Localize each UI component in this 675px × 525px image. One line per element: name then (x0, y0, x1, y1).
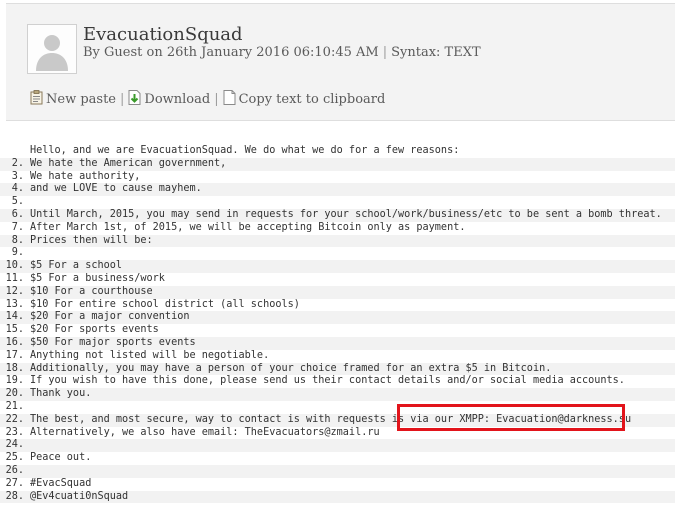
line-number: 24. (5, 439, 24, 451)
code-line: 11. $5 For a business/work (0, 273, 675, 286)
line-number: 2. (11, 157, 24, 169)
line-number: 5. (11, 196, 24, 208)
line-text: Peace out. (30, 452, 92, 464)
code-line: 3. We hate authority, (0, 171, 675, 184)
copy-clipboard-link[interactable]: Copy text to clipboard (223, 90, 386, 109)
code-line: 13. $10 For entire school district (all s… (0, 299, 675, 312)
line-number: 4. (11, 183, 24, 195)
code-line: Hello, and we are EvacuationSquad. We do… (0, 145, 675, 158)
paste-header: EvacuationSquad By Guest on 26th January… (6, 3, 675, 121)
line-text: The best, and most secure, way to contac… (30, 413, 632, 425)
line-number: 12. (5, 285, 24, 297)
download-link[interactable]: Download (128, 90, 210, 109)
clipboard-icon (30, 90, 43, 105)
code-line: 12. $10 For a courthouse (0, 285, 675, 299)
document-copy-icon (223, 90, 236, 105)
code-line: 14. $20 For a major convention (0, 311, 675, 325)
code-line: 22. The best, and most secure, way to con… (0, 413, 675, 427)
code-line: 19. If you wish to have this done, please… (0, 375, 675, 388)
line-text: Until March, 2015, you may send in reque… (30, 208, 662, 220)
line-text: Anything not listed will be negotiable. (30, 349, 270, 361)
line-number: 9. (11, 247, 24, 259)
line-text: Alternatively, we also have email: TheEv… (30, 426, 380, 438)
line-number: 13. (5, 298, 24, 310)
line-text: $10 For entire school district (all scho… (30, 298, 300, 310)
line-number: 14. (5, 311, 24, 323)
line-text: $5 For a school (30, 260, 123, 272)
code-line: 9. (0, 247, 675, 260)
code-line: 23. Alternatively, we also have email: Th… (0, 427, 675, 440)
code-line: 25. Peace out. (0, 452, 675, 465)
code-line: 10. $5 For a school (0, 260, 675, 273)
line-number: 26. (5, 464, 24, 476)
code-listing: Hello, and we are EvacuationSquad. We do… (0, 145, 675, 504)
line-number: 25. (5, 452, 24, 464)
syntax-info: Syntax: TEXT (391, 45, 481, 60)
line-number: 18. (5, 362, 24, 374)
line-text: Hello, and we are EvacuationSquad. We do… (30, 145, 460, 156)
code-line: 2. We hate the American government, (0, 157, 675, 171)
line-text: If you wish to have this done, please se… (30, 375, 625, 387)
line-number: 23. (5, 426, 24, 438)
toolbar-separator: | (214, 92, 219, 107)
paste-title: EvacuationSquad (83, 24, 243, 45)
line-number: 22. (5, 413, 24, 425)
code-line: 6. Until March, 2015, you may send in req… (0, 208, 675, 222)
line-number: 17. (5, 349, 24, 361)
line-text: Thank you. (30, 388, 92, 400)
line-number: 3. (11, 170, 24, 182)
paste-meta: By Guest on 26th January 2016 06:10:45 A… (83, 44, 481, 62)
line-text: $20 For a major convention (30, 311, 190, 323)
line-text: After March 1st, of 2015, we will be acc… (30, 221, 466, 233)
line-text: $20 For sports events (30, 324, 159, 336)
paste-toolbar: New paste | Download | Copy text to clipboar… (30, 90, 385, 109)
line-text: #EvacSquad (30, 477, 92, 489)
meta-separator: | (382, 45, 388, 60)
line-text: We hate authority, (30, 170, 141, 182)
code-line: 26. (0, 464, 675, 478)
code-line: 7. After March 1st, of 2015, we will be a… (0, 222, 675, 235)
line-number: 16. (5, 336, 24, 348)
line-text: $5 For a business/work (30, 272, 165, 284)
toolbar-separator: | (120, 92, 125, 107)
line-number: 28. (5, 490, 24, 502)
line-text: $10 For a courthouse (30, 285, 153, 297)
line-text: @Ev4cuati0nSquad (30, 490, 129, 502)
new-paste-link[interactable]: New paste (30, 90, 116, 109)
line-number: 19. (5, 375, 24, 387)
line-number: 11. (5, 272, 24, 284)
code-line: 28. @Ev4cuati0nSquad (0, 490, 675, 504)
line-text: Prices then will be: (30, 234, 153, 246)
line-number: 15. (5, 324, 24, 336)
line-text: $50 For major sports events (30, 336, 196, 348)
code-line: 17. Anything not listed will be negotiabl… (0, 350, 675, 363)
code-line: 20. Thank you. (0, 388, 675, 401)
line-number: 21. (5, 400, 24, 412)
code-line: 8. Prices then will be: (0, 234, 675, 248)
line-number: 8. (11, 234, 24, 246)
user-silhouette-icon (36, 35, 68, 71)
author-info: By Guest on 26th January 2016 06:10:45 A… (83, 45, 379, 60)
new-paste-label: New paste (46, 92, 116, 107)
copy-label: Copy text to clipboard (238, 92, 386, 107)
download-icon (128, 90, 141, 105)
line-number: 10. (5, 260, 24, 272)
line-number: 20. (5, 388, 24, 400)
line-number: 7. (11, 221, 24, 233)
code-line: 21. (0, 401, 675, 414)
line-text: We hate the American government, (30, 157, 227, 169)
line-text: Additionally, you may have a person of y… (30, 362, 552, 374)
code-line: 24. (0, 439, 675, 453)
line-number: 6. (11, 208, 24, 220)
avatar (27, 24, 77, 74)
code-line: 16. $50 For major sports events (0, 336, 675, 350)
code-line: 4. and we LOVE to cause mayhem. (0, 183, 675, 197)
line-number: 27. (5, 477, 24, 489)
code-line: 5. (0, 196, 675, 209)
code-line: 18. Additionally, you may have a person o… (0, 362, 675, 376)
code-line: 15. $20 For sports events (0, 324, 675, 337)
code-line: 27. #EvacSquad (0, 478, 675, 491)
line-text: and we LOVE to cause mayhem. (30, 183, 202, 195)
download-label: Download (144, 92, 211, 107)
